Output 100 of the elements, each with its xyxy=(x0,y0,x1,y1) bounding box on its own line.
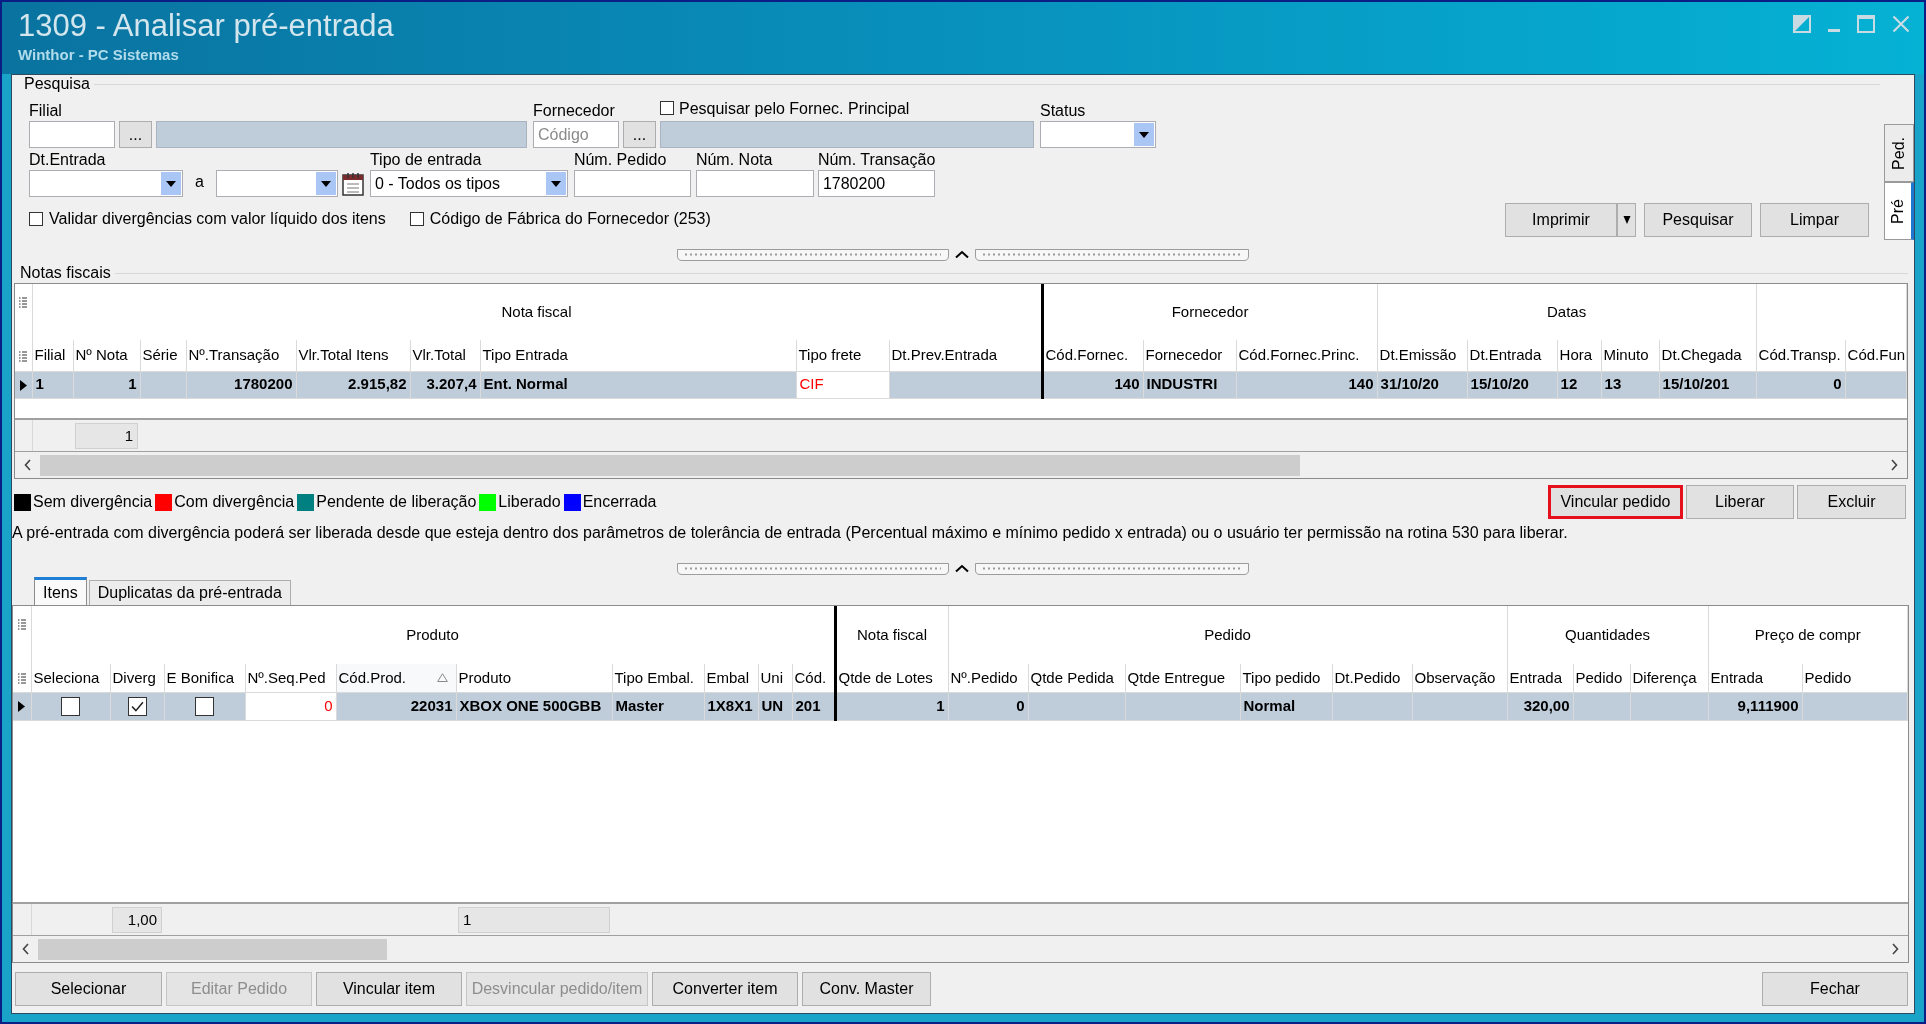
list-icon[interactable] xyxy=(17,673,26,685)
checkbox[interactable] xyxy=(61,697,80,717)
column-header[interactable]: Tipo Embal. xyxy=(612,664,704,692)
column-header[interactable]: Vlr.Total Itens xyxy=(296,340,410,371)
checkbox[interactable] xyxy=(29,212,43,226)
editable-cell[interactable]: CIF xyxy=(796,371,889,398)
column-header[interactable]: Filial xyxy=(32,340,73,371)
table-cell: Master xyxy=(612,692,704,720)
column-header[interactable]: Vlr.Total xyxy=(410,340,480,371)
release-button[interactable]: Liberar xyxy=(1686,485,1794,519)
dropdown[interactable]: 0 - Todos os tipos xyxy=(369,170,568,197)
column-header[interactable]: Pedido xyxy=(1573,664,1630,692)
column-header[interactable]: Observação xyxy=(1412,664,1507,692)
convert-item-button[interactable]: Converter item xyxy=(652,972,798,1006)
table-row[interactable]: 1 1 1780200 2.915,82 3.207,4 Ent. Normal CIF 140 INDUSTRI 140 31/10/20 15/10/20 12 13 15/10/201 0 xyxy=(15,371,1907,398)
column-header[interactable]: Nº.Seq.Ped xyxy=(245,664,336,692)
column-group-header: Fornecedor xyxy=(1042,284,1378,340)
chevron-right-icon[interactable] xyxy=(1892,943,1899,955)
maximize-icon[interactable] xyxy=(1857,15,1875,33)
clear-button[interactable]: Limpar xyxy=(1760,203,1869,237)
column-header[interactable]: Tipo Entrada xyxy=(480,340,796,371)
side-tab[interactable]: Pré xyxy=(1884,182,1914,240)
column-header[interactable]: Entrada xyxy=(1507,664,1573,692)
column-header[interactable]: Cód.Fun xyxy=(1845,340,1907,371)
column-header[interactable]: Produto xyxy=(456,664,612,692)
column-header[interactable]: Hora xyxy=(1557,340,1602,371)
link-order-button[interactable]: Vincular pedido xyxy=(1548,485,1683,519)
tab[interactable]: Itens xyxy=(34,577,87,605)
list-icon[interactable] xyxy=(19,350,28,362)
column-header[interactable]: Nº Nota xyxy=(73,340,140,371)
convert-master-button[interactable]: Conv. Master xyxy=(802,972,931,1006)
editable-cell[interactable]: 0 xyxy=(245,692,336,720)
field-label: Filial xyxy=(29,101,63,121)
search-button[interactable]: Pesquisar xyxy=(1644,203,1752,237)
side-tab[interactable]: Ped. xyxy=(1884,124,1914,182)
dropdown-button[interactable] xyxy=(1617,203,1636,237)
scrollbar-thumb[interactable] xyxy=(40,454,1300,476)
column-header[interactable]: Dt.Entrada xyxy=(1467,340,1558,371)
select-button[interactable]: Selecionar xyxy=(15,972,162,1006)
column-header[interactable]: Cód.Prod. xyxy=(336,664,456,692)
calendar-icon[interactable] xyxy=(341,172,364,196)
delete-button[interactable]: Excluir xyxy=(1797,485,1906,519)
column-header[interactable]: Cód.Fornec.Princ. xyxy=(1236,340,1378,371)
column-header[interactable]: E Bonifica xyxy=(164,664,245,692)
lookup-button[interactable]: ... xyxy=(623,121,656,148)
column-header[interactable]: Pedido xyxy=(1802,664,1908,692)
close-icon[interactable] xyxy=(1892,15,1910,33)
horizontal-scrollbar[interactable] xyxy=(13,935,1908,962)
column-header[interactable]: Diferença xyxy=(1630,664,1709,692)
column-header[interactable]: Diverg xyxy=(110,664,164,692)
link-item-button[interactable]: Vincular item xyxy=(316,972,462,1006)
input-field[interactable] xyxy=(29,121,115,148)
horizontal-scrollbar[interactable] xyxy=(15,451,1907,478)
column-header[interactable]: Nº.Transação xyxy=(186,340,296,371)
column-header[interactable]: Embal xyxy=(704,664,758,692)
close-button[interactable]: Fechar xyxy=(1762,972,1908,1006)
splitter-handle[interactable] xyxy=(677,563,1249,575)
tab[interactable]: Duplicatas da pré-entrada xyxy=(88,580,291,605)
chevron-left-icon[interactable] xyxy=(22,943,29,955)
date-field[interactable] xyxy=(29,170,183,197)
column-header[interactable]: Cód.Fornec. xyxy=(1042,340,1144,371)
column-header[interactable]: Dt.Emissão xyxy=(1377,340,1468,371)
column-header[interactable]: Qtde de Lotes xyxy=(835,664,948,692)
date-field[interactable] xyxy=(215,170,338,197)
scrollbar-thumb[interactable] xyxy=(38,938,387,960)
print-button[interactable]: Imprimir xyxy=(1505,203,1617,237)
checkbox[interactable] xyxy=(660,101,674,115)
table-row[interactable]: 0 22031 XBOX ONE 500GBB Master 1X8X1 UN 201 1 0 Normal 320,00 9,111900 xyxy=(13,692,1908,720)
lookup-button[interactable]: ... xyxy=(119,121,152,148)
column-header[interactable]: Cód.Transp. xyxy=(1756,340,1846,371)
column-header[interactable]: Fornecedor xyxy=(1143,340,1237,371)
sort-ascending-icon xyxy=(436,673,448,683)
row-pointer-icon xyxy=(18,701,26,713)
checkbox[interactable] xyxy=(127,697,147,717)
input-field[interactable] xyxy=(695,170,814,197)
column-header[interactable]: Minuto xyxy=(1601,340,1660,371)
input-field[interactable]: 1780200 xyxy=(817,170,935,197)
half-filled-square-icon[interactable] xyxy=(1793,15,1811,33)
list-icon[interactable] xyxy=(19,296,28,308)
column-header[interactable]: Qtde Entregue xyxy=(1125,664,1240,692)
checkbox[interactable] xyxy=(195,697,214,717)
chevron-right-icon[interactable] xyxy=(1891,459,1898,471)
column-header[interactable]: Tipo pedido xyxy=(1240,664,1332,692)
splitter-handle[interactable] xyxy=(677,248,1249,261)
column-header[interactable]: Série xyxy=(140,340,186,371)
chevron-left-icon[interactable] xyxy=(24,459,31,471)
input-field[interactable]: Código xyxy=(533,121,619,148)
column-header[interactable]: Nº.Pedido xyxy=(948,664,1028,692)
column-header[interactable]: Uni xyxy=(758,664,792,692)
input-field[interactable] xyxy=(573,170,691,197)
column-header[interactable]: Dt.Chegada xyxy=(1659,340,1757,371)
checkbox[interactable] xyxy=(409,212,424,226)
column-group-header: Quantidades xyxy=(1507,606,1709,664)
column-header[interactable]: Tipo frete xyxy=(796,340,889,371)
column-header[interactable]: Dt.Pedido xyxy=(1332,664,1412,692)
column-header[interactable]: Entrada xyxy=(1708,664,1803,692)
column-header[interactable]: Qtde Pedida xyxy=(1028,664,1125,692)
column-header[interactable]: Seleciona xyxy=(31,664,110,692)
list-icon[interactable] xyxy=(17,618,26,630)
table-cell: 140 xyxy=(1042,371,1144,398)
